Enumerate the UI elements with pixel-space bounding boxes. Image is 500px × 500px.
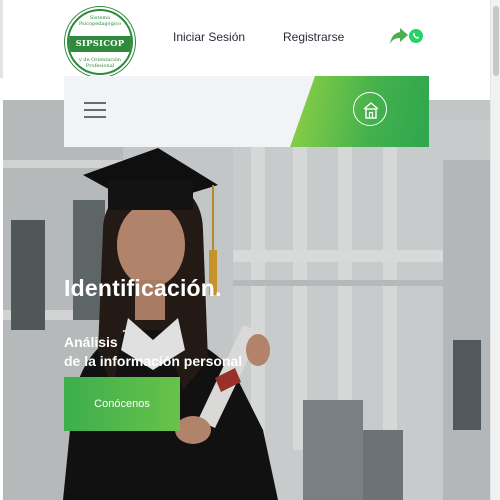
hero-title: Identificación. xyxy=(64,275,222,301)
hamburger-menu-icon[interactable] xyxy=(84,102,106,120)
hero-subtitle-line-2: de la información personal xyxy=(64,353,243,369)
home-button[interactable] xyxy=(353,92,387,126)
hero-subtitle-line-1: Análisis xyxy=(64,334,118,350)
whatsapp-icon[interactable] xyxy=(408,28,424,44)
hero-subtitle: Análisis de la información personal xyxy=(64,333,242,371)
home-icon xyxy=(363,102,379,119)
share-icon[interactable] xyxy=(389,27,409,45)
sipsicop-logo[interactable]: Sistema Psicopedagógico SIPSICOP y de Or… xyxy=(67,9,133,75)
logo-ring-top-text: Sistema Psicopedagógico xyxy=(78,15,122,27)
logo-banner-text: SIPSICOP xyxy=(69,36,131,52)
conocenos-button[interactable]: Conócenos xyxy=(64,377,180,431)
scrollbar-thumb[interactable] xyxy=(493,6,499,76)
register-link[interactable]: Registrarse xyxy=(283,30,344,44)
page-scrollbar[interactable] xyxy=(490,0,500,500)
login-link[interactable]: Iniciar Sesión xyxy=(173,30,245,44)
site-header: Sistema Psicopedagógico SIPSICOP y de Or… xyxy=(0,0,500,78)
logo-ring-bottom-text: y de Orientación Profesional xyxy=(78,57,122,69)
